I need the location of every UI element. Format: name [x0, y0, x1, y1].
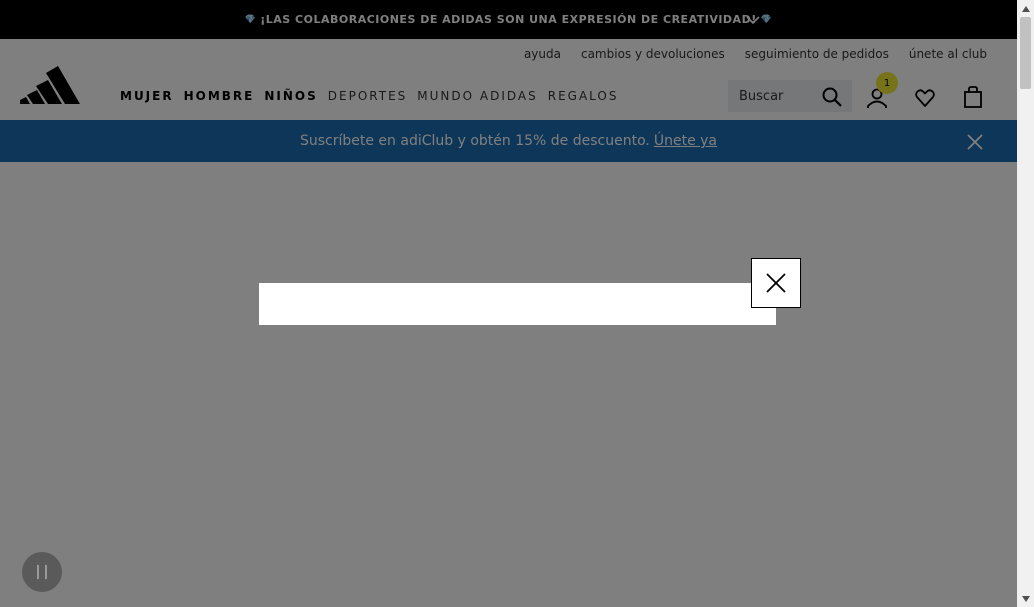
scrollbar[interactable]: [1017, 0, 1034, 607]
pause-icon: [37, 565, 47, 579]
pause-button[interactable]: [22, 552, 62, 592]
scrollbar-thumb[interactable]: [1020, 17, 1031, 89]
scroll-down-arrow[interactable]: [1017, 590, 1034, 607]
page: 💎 ¡LAS COLABORACIONES DE ADIDAS SON UNA …: [0, 0, 1017, 607]
scroll-up-arrow[interactable]: [1017, 0, 1034, 17]
close-icon: [766, 273, 786, 293]
modal-close-button[interactable]: [751, 258, 801, 308]
modal-dialog: [259, 283, 776, 325]
